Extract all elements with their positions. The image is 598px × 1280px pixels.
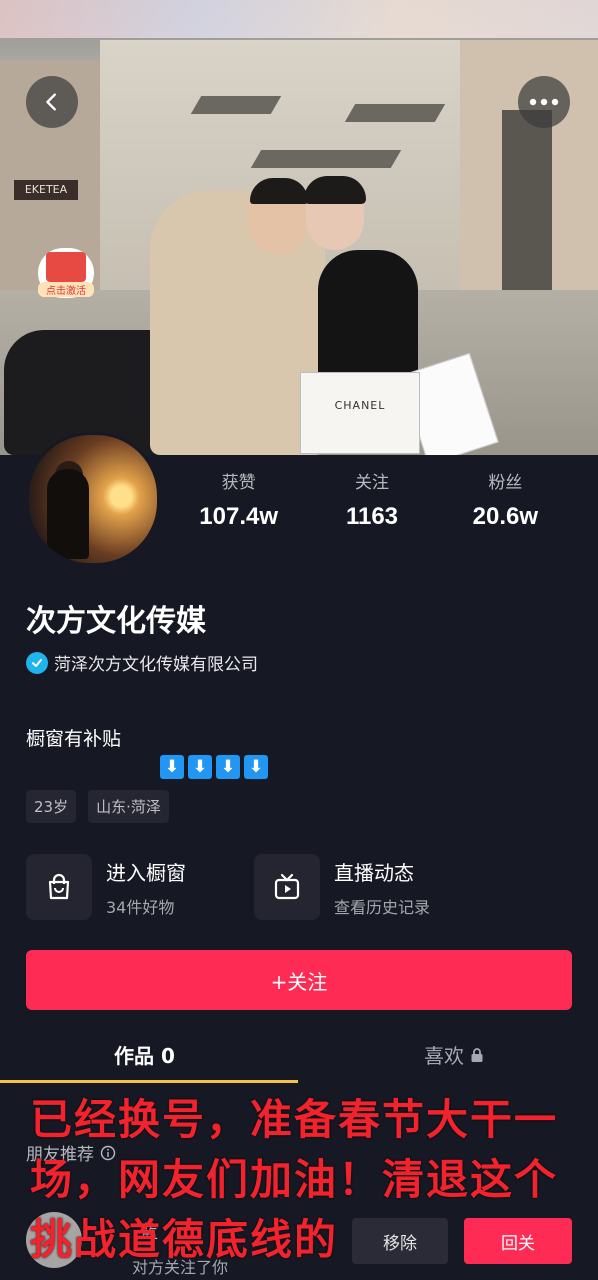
- down-arrow-icon: ⬇: [188, 755, 212, 779]
- chevron-left-icon: [46, 93, 56, 111]
- red-envelope-icon: [46, 252, 86, 282]
- stat-label: 粉丝: [488, 473, 523, 493]
- tab-works[interactable]: 作品 0: [114, 1040, 175, 1069]
- down-arrow-icon: ⬇: [216, 755, 240, 779]
- stat-likes[interactable]: 获赞 107.4w: [172, 468, 305, 538]
- more-button[interactable]: [518, 76, 570, 128]
- verified-check-icon: [26, 651, 48, 674]
- reward-label: 点击激活: [38, 282, 94, 297]
- tab-likes[interactable]: 喜欢: [424, 1040, 484, 1069]
- awning: [250, 150, 402, 168]
- stat-label: 关注: [354, 473, 389, 493]
- avatar-figure: [47, 469, 89, 559]
- tag-location[interactable]: 山东·菏泽: [88, 790, 169, 823]
- entry-subtitle: 查看历史记录: [334, 897, 431, 917]
- profile-bio: 橱窗有补贴: [26, 728, 122, 750]
- shopping-bag: CHANEL: [300, 372, 420, 454]
- shopping-bag-icon: [26, 854, 92, 920]
- lock-icon: [471, 1047, 483, 1062]
- awning: [344, 104, 446, 122]
- woman-hair: [304, 176, 366, 204]
- stat-value: 1163: [345, 503, 399, 530]
- overlay-caption: 已经换号，准备春节大干一场，网友们加油！清退这个挑战道德底线的: [30, 1095, 559, 1264]
- stat-label: 获赞: [221, 473, 256, 493]
- profile-name: 次方文化传媒: [26, 604, 206, 639]
- stats-row: 获赞 107.4w 关注 1163 粉丝 20.6w: [172, 468, 572, 538]
- verification-row: 菏泽次方文化传媒有限公司: [26, 650, 258, 675]
- tab-likes-label: 喜欢: [424, 1044, 464, 1068]
- verified-org-name: 菏泽次方文化传媒有限公司: [54, 655, 258, 675]
- profile-tags: 23岁 山东·菏泽: [26, 790, 169, 823]
- stat-value: 107.4w: [199, 503, 279, 530]
- live-tv-icon: [254, 854, 320, 920]
- reward-badge[interactable]: 点击激活: [38, 248, 94, 298]
- down-arrow-icon: ⬇: [160, 755, 184, 779]
- bio-arrows: ⬇ ⬇ ⬇ ⬇: [160, 755, 268, 779]
- stat-followers[interactable]: 粉丝 20.6w: [439, 468, 572, 538]
- avatar[interactable]: [26, 432, 160, 566]
- tab-indicator: [0, 1080, 298, 1083]
- stat-value: 20.6w: [472, 503, 539, 530]
- entry-title: 进入橱窗: [106, 860, 186, 885]
- live-history-entry[interactable]: 直播动态 查看历史记录: [254, 852, 430, 922]
- bag-label: CHANEL: [334, 399, 386, 412]
- more-dots-icon: [529, 98, 559, 106]
- shop-window-entry[interactable]: 进入橱窗 34件好物: [26, 852, 186, 922]
- cover-blur: [0, 0, 598, 38]
- entry-subtitle: 34件好物: [106, 897, 175, 917]
- tag-age: 23岁: [26, 790, 77, 823]
- follow-button[interactable]: +关注: [26, 950, 572, 1010]
- down-arrow-icon: ⬇: [244, 755, 268, 779]
- storefront-sign: EKETEA: [14, 180, 78, 200]
- cover-photo: EKETEA CHANEL 点击激活: [0, 0, 598, 455]
- stat-following[interactable]: 关注 1163: [305, 468, 438, 538]
- entry-title: 直播动态: [334, 860, 414, 885]
- back-button[interactable]: [26, 76, 78, 128]
- awning: [190, 96, 282, 114]
